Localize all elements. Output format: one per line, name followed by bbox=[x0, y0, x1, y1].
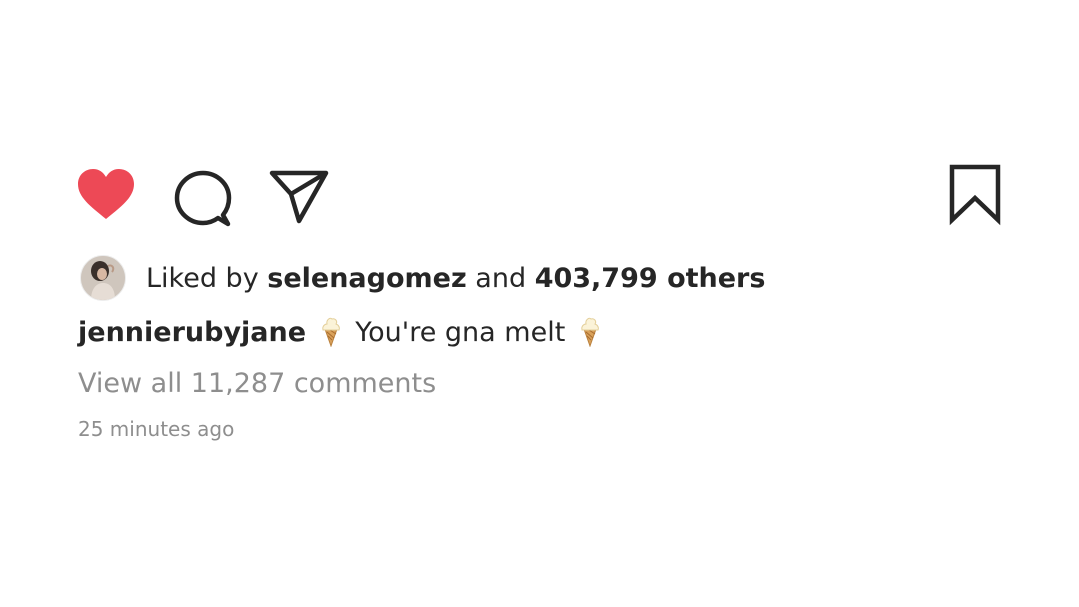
likes-text: Liked by selenagomez and 403,799 others bbox=[146, 265, 765, 292]
comment-icon[interactable] bbox=[172, 166, 234, 228]
liker-username-link[interactable]: selenagomez bbox=[267, 263, 466, 294]
likes-count-link[interactable]: 403,799 others bbox=[535, 263, 766, 294]
liked-by-prefix: Liked by bbox=[146, 262, 259, 294]
post-caption: jennierubyjane You're gna melt bbox=[78, 314, 606, 352]
caption-username-link[interactable]: jennierubyjane bbox=[78, 317, 306, 348]
view-all-comments-link[interactable]: View all 11,287 comments bbox=[78, 366, 436, 402]
heart-icon[interactable] bbox=[76, 166, 136, 222]
paper-plane-icon[interactable] bbox=[268, 164, 330, 226]
bookmark-icon[interactable] bbox=[946, 162, 1004, 226]
post-timestamp: 25 minutes ago bbox=[78, 417, 235, 441]
post-action-bar bbox=[0, 160, 1079, 230]
caption-text: You're gna melt bbox=[355, 317, 566, 348]
ice-cream-icon bbox=[581, 317, 599, 347]
liker-avatar[interactable] bbox=[80, 255, 126, 301]
likes-summary: Liked by selenagomez and 403,799 others bbox=[80, 253, 765, 303]
avatar-image bbox=[81, 256, 125, 300]
likes-conjunction: and bbox=[475, 262, 527, 294]
ice-cream-icon bbox=[321, 317, 340, 347]
